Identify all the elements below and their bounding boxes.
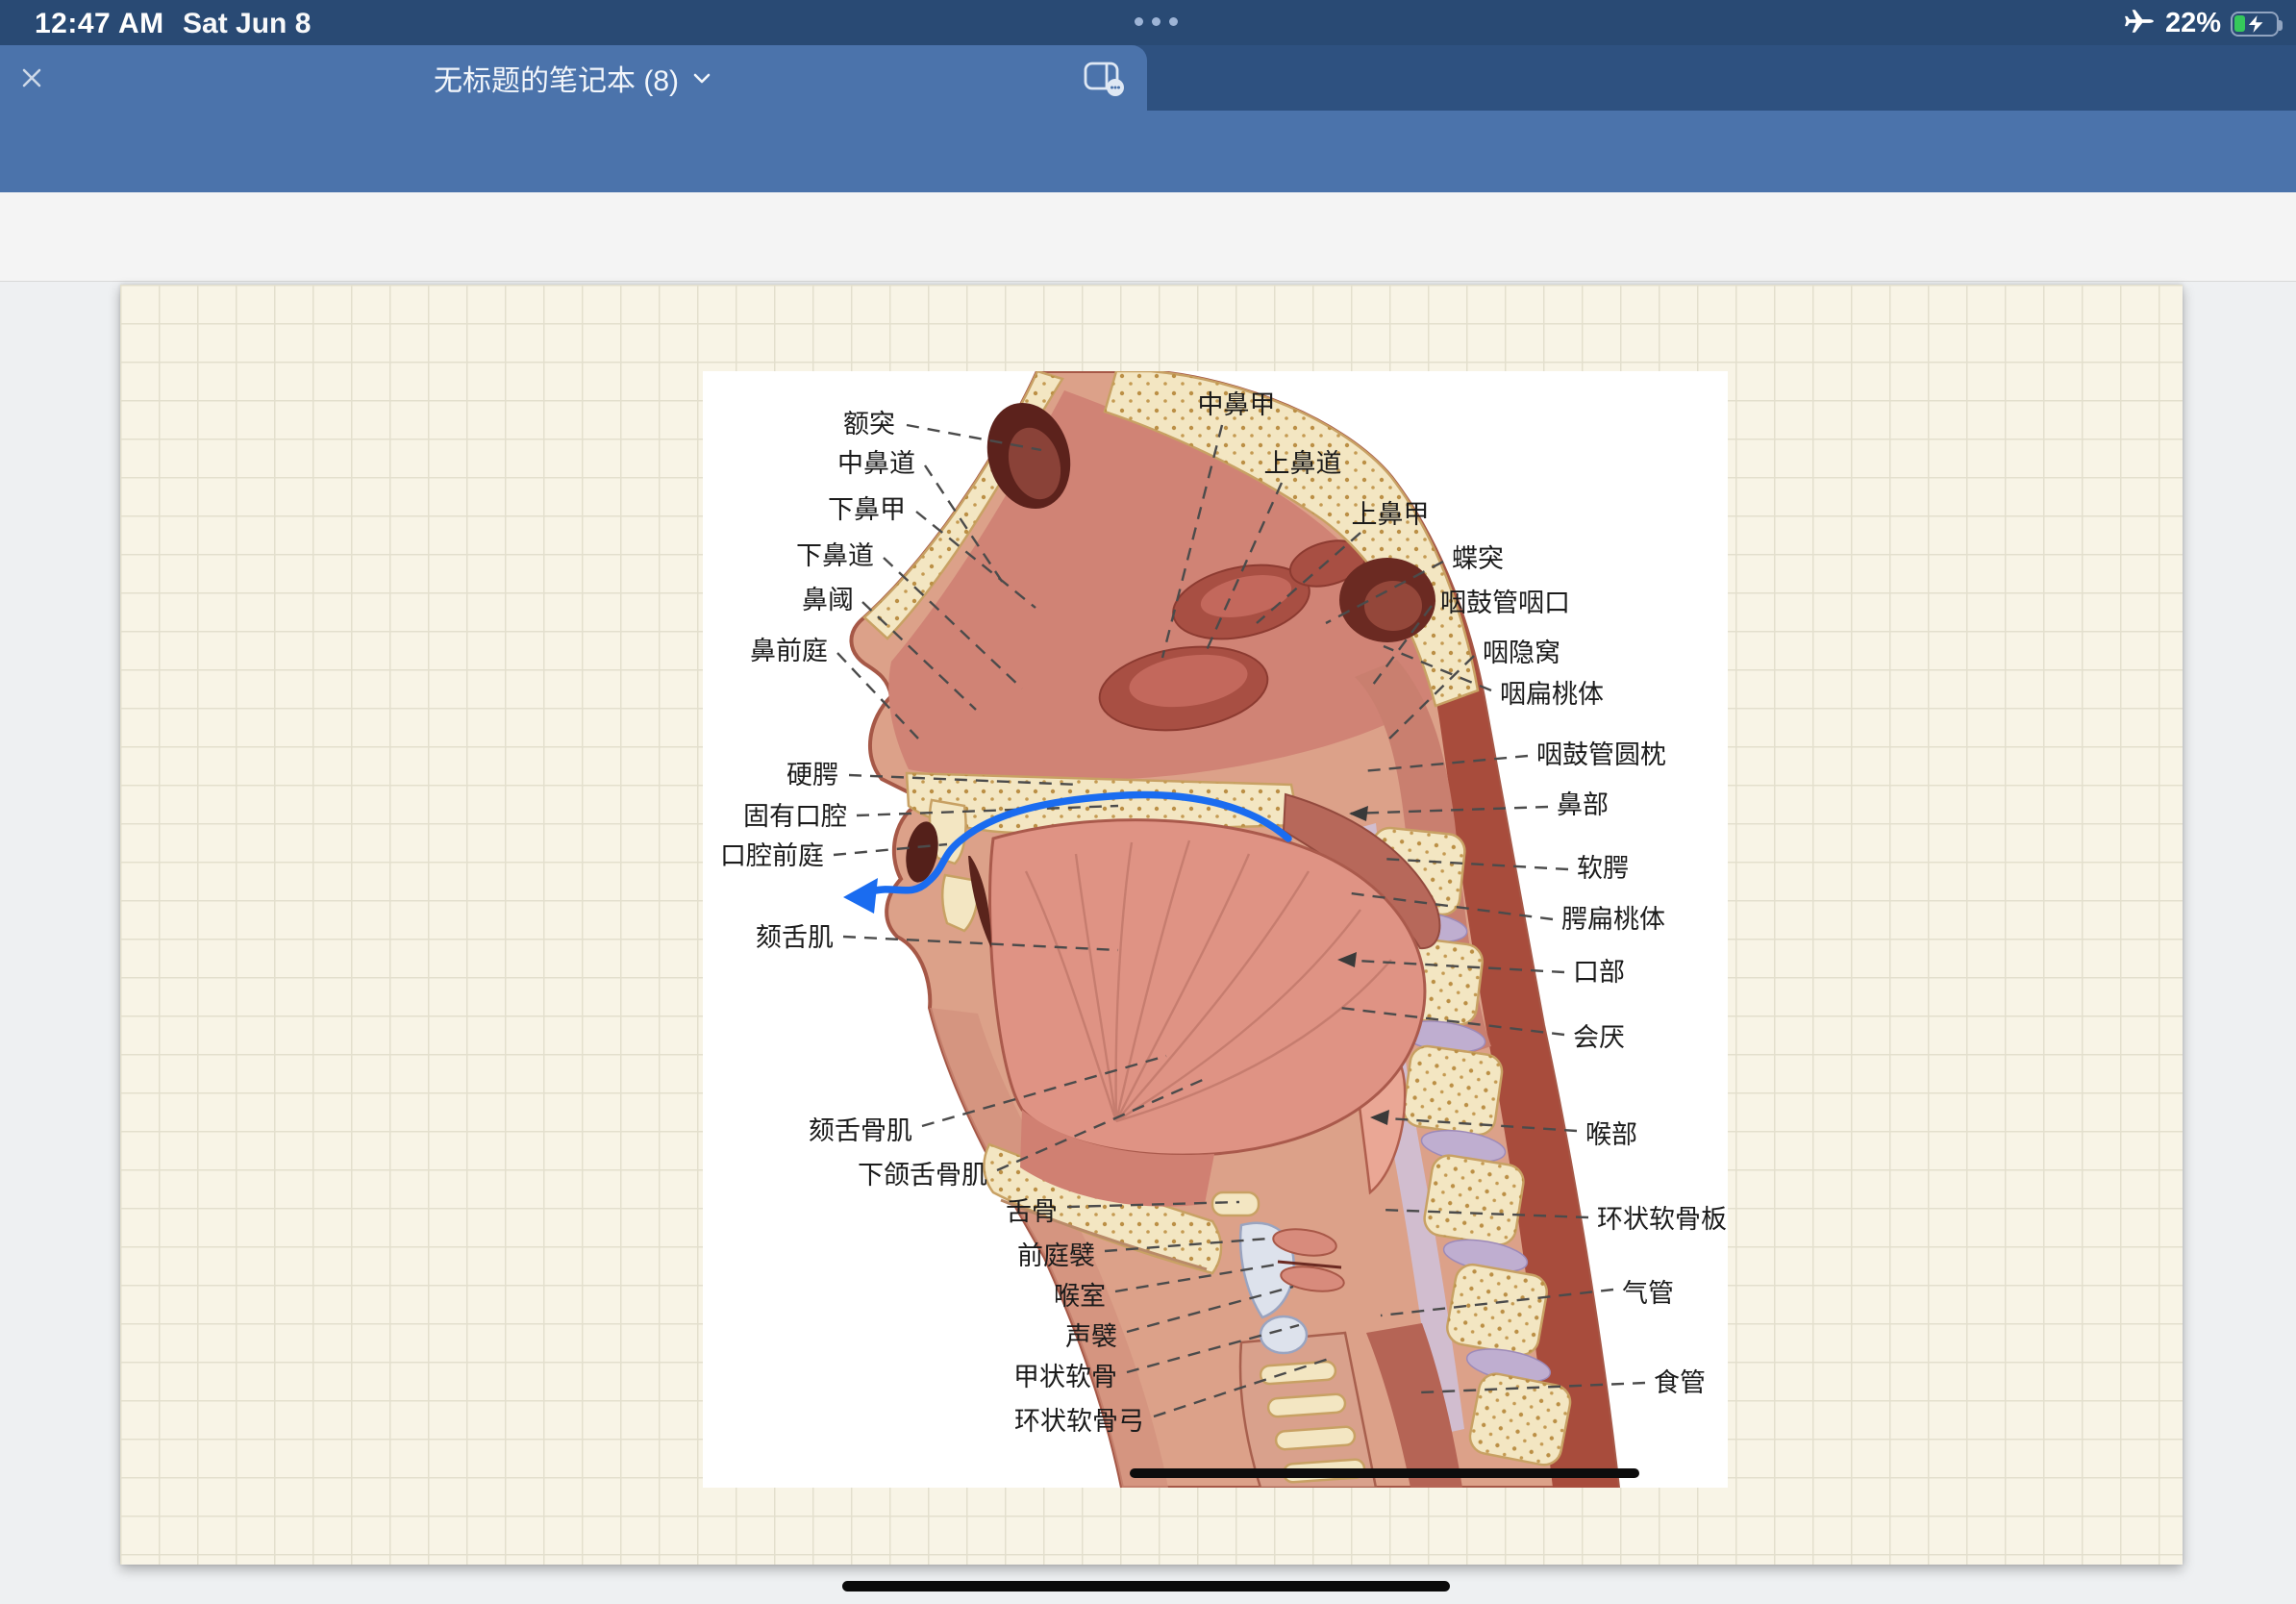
anatomy-label: 上鼻甲 <box>1352 500 1430 529</box>
canvas-area: 额突中鼻道下鼻甲下鼻道鼻阈鼻前庭硬腭固有口腔口腔前庭颏舌肌颏舌骨肌下颌舌骨肌舌骨… <box>0 282 2296 1604</box>
anatomy-label: 会厌 <box>1573 1023 1625 1052</box>
cricoid-cartilage <box>1260 1316 1307 1353</box>
anatomy-label: 鼻前庭 <box>750 637 828 665</box>
anatomy-label: 环状软骨弓 <box>1014 1407 1144 1436</box>
anatomy-label: 咽鼓管咽口 <box>1440 589 1570 617</box>
anatomy-label: 蝶突 <box>1452 544 1504 573</box>
anatomy-label: 额突 <box>843 410 895 439</box>
notebook-page[interactable]: 额突中鼻道下鼻甲下鼻道鼻阈鼻前庭硬腭固有口腔口腔前庭颏舌肌颏舌骨肌下颌舌骨肌舌骨… <box>120 285 2183 1565</box>
editing-toolbar <box>0 192 2296 282</box>
main-toolbar <box>0 111 2296 192</box>
anatomy-label: 上鼻道 <box>1264 449 1342 478</box>
anatomy-label: 下颌舌骨肌 <box>858 1161 987 1190</box>
home-indicator[interactable] <box>842 1581 1450 1591</box>
anatomy-label: 硬腭 <box>786 761 838 789</box>
anatomy-label: 环状软骨板 <box>1597 1205 1727 1234</box>
anatomy-label: 下鼻道 <box>796 541 874 570</box>
anatomy-label: 食管 <box>1654 1368 1706 1397</box>
anatomy-label: 喉部 <box>1585 1120 1637 1149</box>
anatomy-label: 前庭襞 <box>1017 1241 1095 1270</box>
anatomy-label: 舌骨 <box>1006 1197 1058 1226</box>
anatomy-label: 固有口腔 <box>743 802 847 831</box>
anatomy-label: 喉室 <box>1054 1282 1106 1311</box>
anatomy-label: 颏舌骨肌 <box>809 1116 912 1145</box>
status-bar: 12:47 AM Sat Jun 8 22% <box>0 0 2296 45</box>
anatomy-label: 气管 <box>1622 1279 1674 1308</box>
split-view-icon[interactable] <box>1078 55 1126 101</box>
anatomy-label: 中鼻道 <box>837 449 915 478</box>
anatomy-label: 咽扁桃体 <box>1500 680 1604 709</box>
multitasking-dots-icon[interactable] <box>1135 17 1178 26</box>
anatomy-label: 咽隐窝 <box>1483 639 1560 667</box>
notebook-tab[interactable]: 无标题的笔记本 (8) <box>0 45 1147 111</box>
tab-bar: 无标题的笔记本 (8) <box>0 45 2296 111</box>
anatomy-label: 腭扁桃体 <box>1561 905 1665 934</box>
anatomy-label: 鼻部 <box>1557 790 1609 819</box>
clock: 12:47 AM <box>35 8 164 40</box>
chevron-down-icon <box>690 66 713 89</box>
anatomy-label: 下鼻甲 <box>828 495 906 524</box>
anatomy-label: 甲状软骨 <box>1013 1363 1117 1391</box>
anatomy-label: 软腭 <box>1577 854 1629 883</box>
hyoid-bone <box>1212 1192 1259 1216</box>
airplane-mode-icon <box>2125 6 2156 41</box>
anatomy-label: 声襞 <box>1065 1322 1117 1351</box>
anatomy-label: 咽鼓管圆枕 <box>1536 740 1666 769</box>
anatomy-label: 颏舌肌 <box>756 923 834 952</box>
anatomy-label: 口腔前庭 <box>720 841 824 870</box>
battery-percent: 22% <box>2165 8 2221 39</box>
date: Sat Jun 8 <box>183 8 311 40</box>
battery-charging-icon <box>2231 12 2279 37</box>
anatomy-label: 鼻阈 <box>802 586 854 614</box>
notebook-title[interactable]: 无标题的笔记本 (8) <box>0 45 1147 111</box>
anatomy-image[interactable]: 额突中鼻道下鼻甲下鼻道鼻阈鼻前庭硬腭固有口腔口腔前庭颏舌肌颏舌骨肌下颌舌骨肌舌骨… <box>703 371 1728 1488</box>
ipad-screen: 12:47 AM Sat Jun 8 22% 无标题的笔记本 (8) <box>0 0 2296 1604</box>
anatomy-label: 中鼻甲 <box>1198 390 1276 419</box>
anatomy-label: 口部 <box>1573 958 1625 987</box>
